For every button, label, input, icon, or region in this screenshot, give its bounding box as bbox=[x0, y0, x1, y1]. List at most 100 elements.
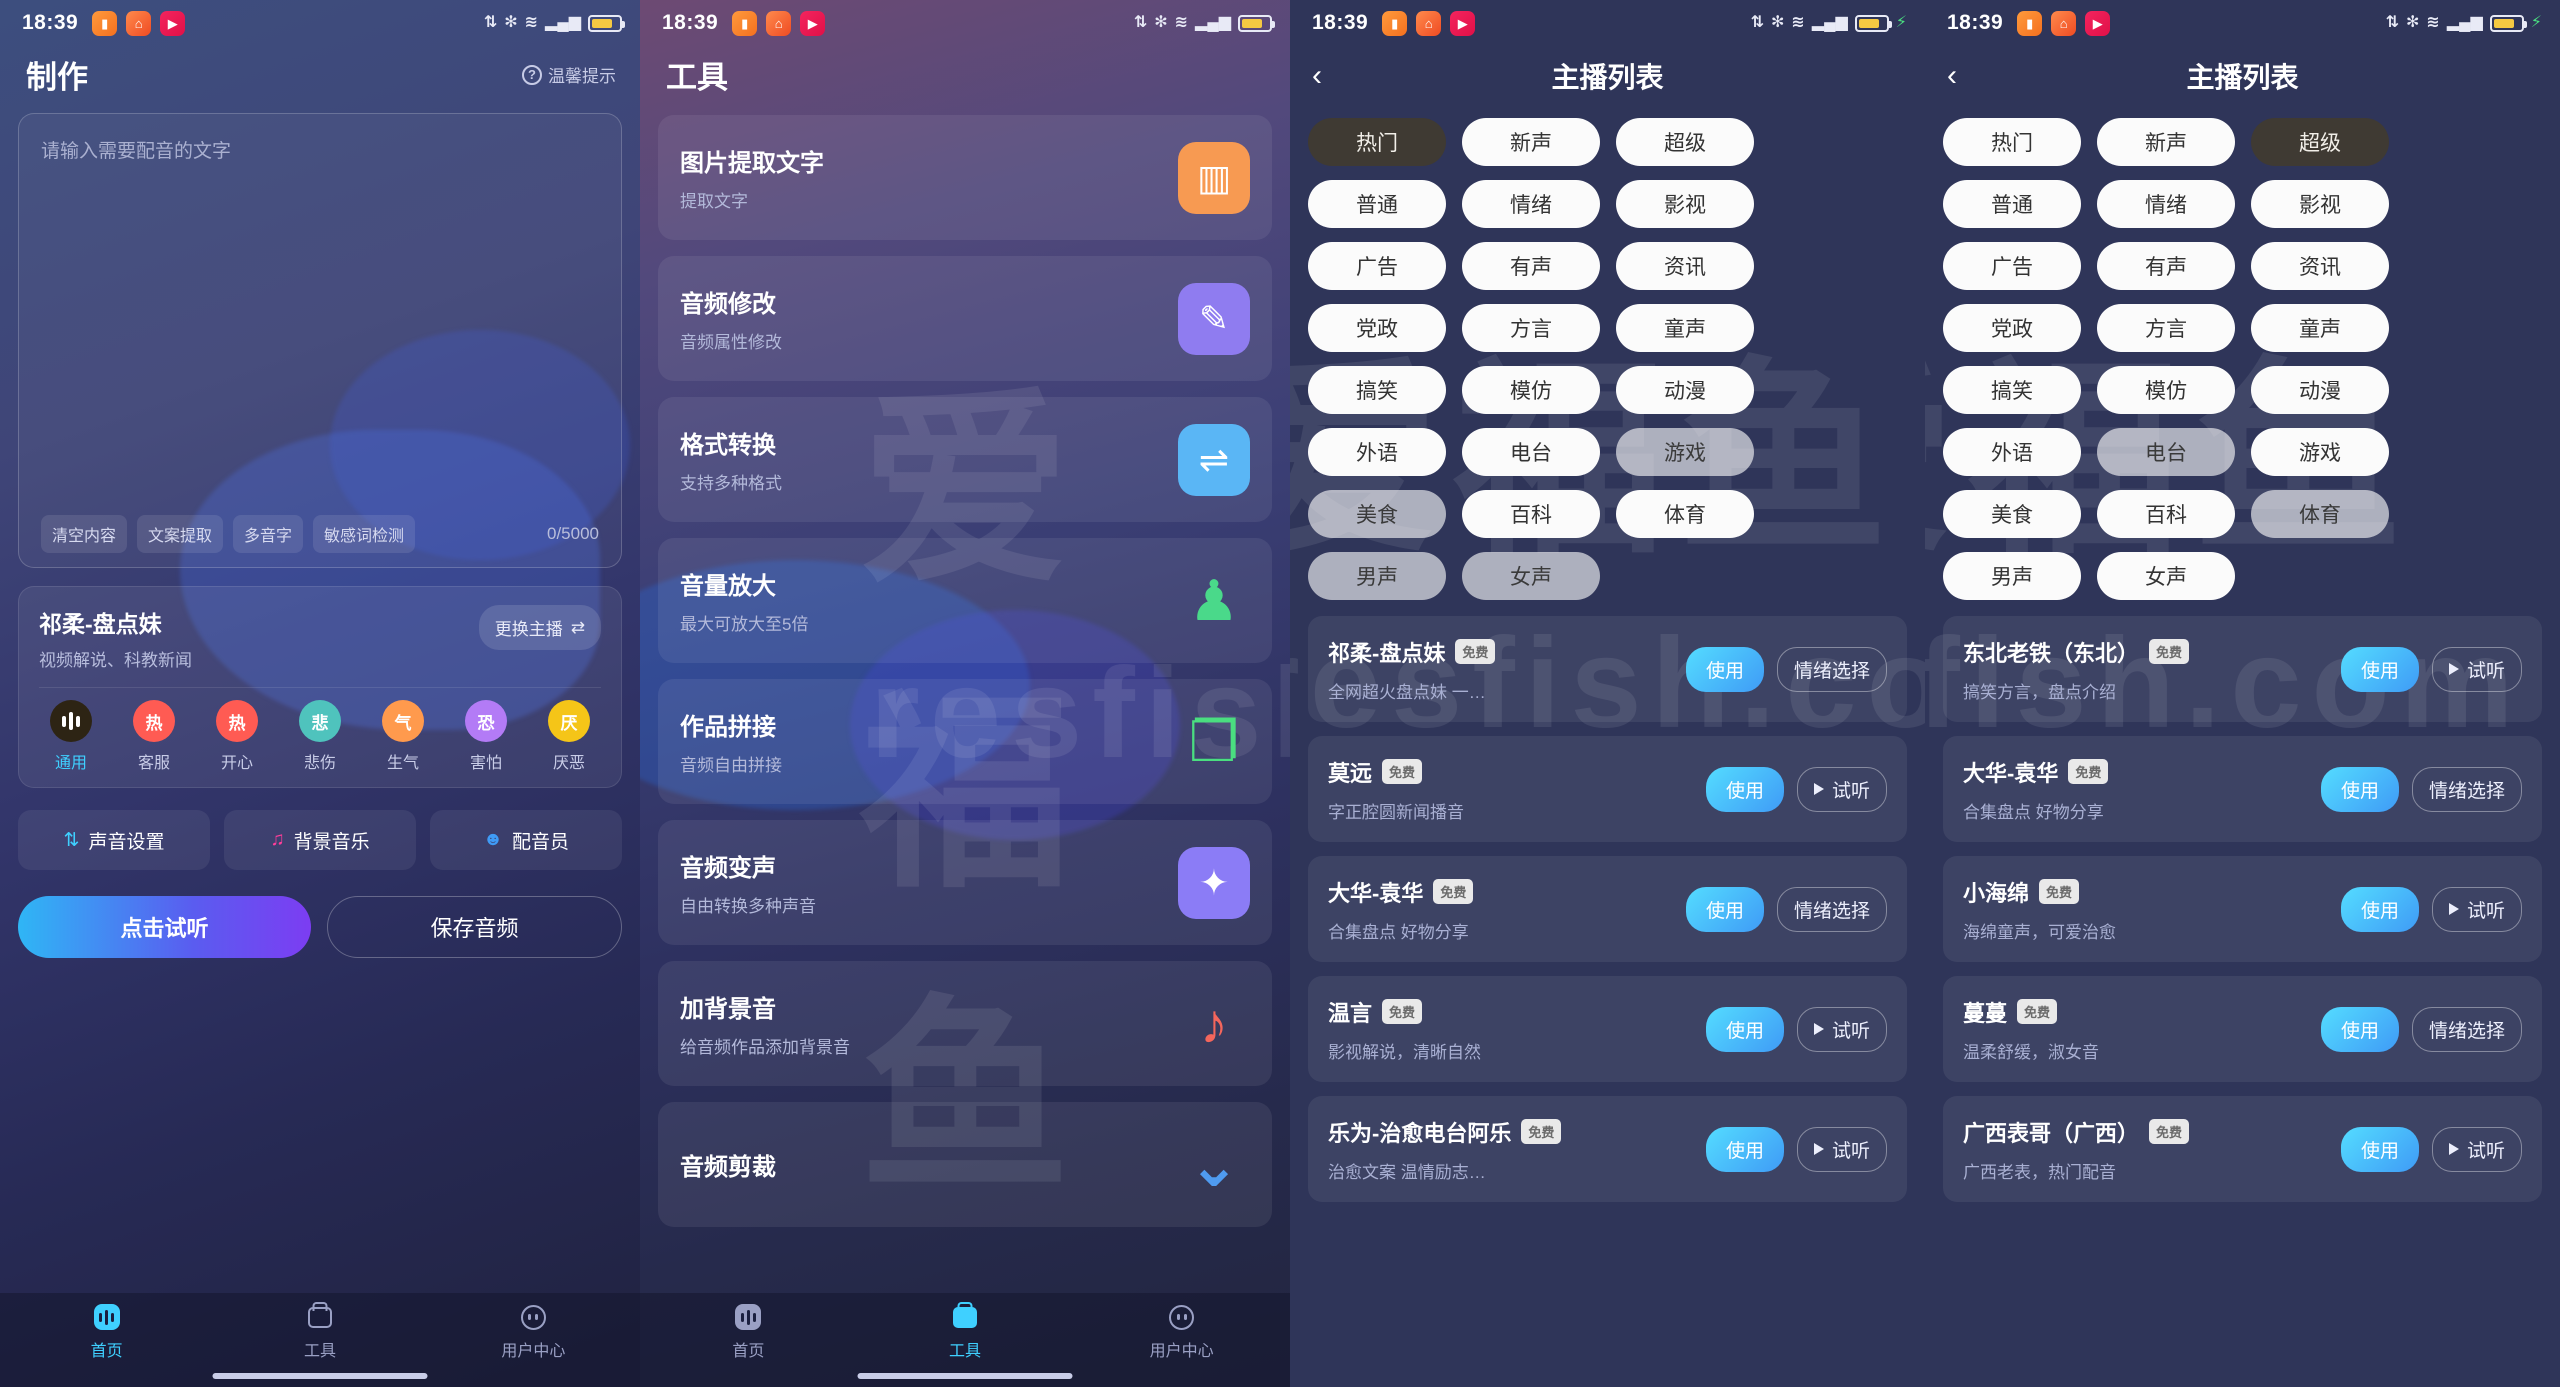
category-chip[interactable]: 模仿 bbox=[2097, 366, 2235, 414]
use-button[interactable]: 使用 bbox=[1685, 646, 1764, 692]
category-chip[interactable]: 美食 bbox=[1943, 490, 2081, 538]
category-chip[interactable]: 男声 bbox=[1308, 552, 1446, 600]
use-button[interactable]: 使用 bbox=[1705, 1126, 1784, 1172]
category-chip[interactable]: 百科 bbox=[2097, 490, 2235, 538]
use-button[interactable]: 使用 bbox=[2340, 1126, 2419, 1172]
tool-item[interactable]: 音频剪裁 ⌄ bbox=[658, 1102, 1272, 1227]
category-chip[interactable]: 电台 bbox=[2097, 428, 2235, 476]
category-chip[interactable]: 普通 bbox=[1308, 180, 1446, 228]
anchor-item[interactable]: 温言 免费 影视解说，清晰自然 使用 试听 bbox=[1308, 976, 1907, 1082]
category-chip[interactable]: 资讯 bbox=[1616, 242, 1754, 290]
emotion-item[interactable]: 通用 bbox=[39, 700, 103, 773]
emotion-item[interactable]: 厌厌恶 bbox=[537, 700, 601, 773]
tab-tools[interactable]: 工具 bbox=[857, 1303, 1074, 1361]
preview-button[interactable]: 试听 bbox=[2431, 886, 2522, 932]
anchor-item[interactable]: 大华-袁华 免费 合集盘点 好物分享 使用 情绪选择 bbox=[1943, 736, 2542, 842]
category-chip[interactable]: 广告 bbox=[1308, 242, 1446, 290]
category-chip[interactable]: 百科 bbox=[1462, 490, 1600, 538]
use-button[interactable]: 使用 bbox=[2340, 646, 2419, 692]
category-chip[interactable]: 模仿 bbox=[1462, 366, 1600, 414]
category-chip[interactable]: 广告 bbox=[1943, 242, 2081, 290]
tool-item[interactable]: 音量放大 最大可放大至5倍 ♟ bbox=[658, 538, 1272, 663]
category-chip[interactable]: 超级 bbox=[2251, 118, 2389, 166]
category-chip[interactable]: 搞笑 bbox=[1943, 366, 2081, 414]
anchor-item[interactable]: 大华-袁华 免费 合集盘点 好物分享 使用 情绪选择 bbox=[1308, 856, 1907, 962]
category-chip[interactable]: 情绪 bbox=[2097, 180, 2235, 228]
category-chip[interactable]: 资讯 bbox=[2251, 242, 2389, 290]
use-button[interactable]: 使用 bbox=[2320, 766, 2399, 812]
preview-button[interactable]: 试听 bbox=[2431, 646, 2522, 692]
category-chip[interactable]: 女声 bbox=[2097, 552, 2235, 600]
tool-item[interactable]: 图片提取文字 提取文字 ▥ bbox=[658, 115, 1272, 240]
voice-actor-button[interactable]: ☻ 配音员 bbox=[430, 810, 622, 870]
category-chip[interactable]: 方言 bbox=[2097, 304, 2235, 352]
clear-content-button[interactable]: 清空内容 bbox=[41, 515, 128, 553]
category-chip[interactable]: 童声 bbox=[2251, 304, 2389, 352]
tip-button[interactable]: ? 温馨提示 bbox=[522, 62, 616, 87]
tool-item[interactable]: 音频修改 音频属性修改 ✎ bbox=[658, 256, 1272, 381]
switch-anchor-button[interactable]: 更换主播 ⇄ bbox=[478, 605, 601, 650]
anchor-item[interactable]: 乐为-治愈电台阿乐 免费 治愈文案 温情励志… 使用 试听 bbox=[1308, 1096, 1907, 1202]
voice-settings-button[interactable]: ⇅ 声音设置 bbox=[18, 810, 210, 870]
category-chip[interactable]: 方言 bbox=[1462, 304, 1600, 352]
anchor-item[interactable]: 蔓蔓 免费 温柔舒缓，淑女音 使用 情绪选择 bbox=[1943, 976, 2542, 1082]
category-chip[interactable]: 外语 bbox=[1943, 428, 2081, 476]
category-chip[interactable]: 男声 bbox=[1943, 552, 2081, 600]
anchor-item[interactable]: 小海绵 免费 海绵童声，可爱治愈 使用 试听 bbox=[1943, 856, 2542, 962]
category-chip[interactable]: 游戏 bbox=[1616, 428, 1754, 476]
tab-home[interactable]: 首页 bbox=[0, 1303, 213, 1361]
category-chip[interactable]: 党政 bbox=[1943, 304, 2081, 352]
text-editor[interactable]: 请输入需要配音的文字 清空内容 文案提取 多音字 敏感词检测 0/5000 bbox=[18, 113, 622, 568]
save-audio-button[interactable]: 保存音频 bbox=[327, 896, 622, 958]
emotion-item[interactable]: 热客服 bbox=[122, 700, 186, 773]
anchor-item[interactable]: 广西表哥（广西） 免费 广西老表，热门配音 使用 试听 bbox=[1943, 1096, 2542, 1202]
use-button[interactable]: 使用 bbox=[1685, 886, 1764, 932]
background-music-button[interactable]: ♫ 背景音乐 bbox=[224, 810, 416, 870]
category-chip[interactable]: 影视 bbox=[2251, 180, 2389, 228]
category-chip[interactable]: 游戏 bbox=[2251, 428, 2389, 476]
tool-item[interactable]: 加背景音 给音频作品添加背景音 ♪ bbox=[658, 961, 1272, 1086]
tab-user-center[interactable]: 用户中心 bbox=[427, 1303, 640, 1361]
category-chip[interactable]: 外语 bbox=[1308, 428, 1446, 476]
use-button[interactable]: 使用 bbox=[1705, 1006, 1784, 1052]
emotion-item[interactable]: 恐害怕 bbox=[454, 700, 518, 773]
category-chip[interactable]: 美食 bbox=[1308, 490, 1446, 538]
anchor-item[interactable]: 祁柔-盘点妹 免费 全网超火盘点妹 一… 使用 情绪选择 bbox=[1308, 616, 1907, 722]
emotion-select-button[interactable]: 情绪选择 bbox=[2411, 1006, 2522, 1052]
category-chip[interactable]: 电台 bbox=[1462, 428, 1600, 476]
category-chip[interactable]: 有声 bbox=[1462, 242, 1600, 290]
emotion-select-button[interactable]: 情绪选择 bbox=[1776, 886, 1887, 932]
use-button[interactable]: 使用 bbox=[1705, 766, 1784, 812]
anchor-item[interactable]: 东北老铁（东北） 免费 搞笑方言，盘点介绍 使用 试听 bbox=[1943, 616, 2542, 722]
anchor-item[interactable]: 莫远 免费 字正腔圆新闻播音 使用 试听 bbox=[1308, 736, 1907, 842]
emotion-select-button[interactable]: 情绪选择 bbox=[2411, 766, 2522, 812]
category-chip[interactable]: 有声 bbox=[2097, 242, 2235, 290]
category-chip[interactable]: 热门 bbox=[1308, 118, 1446, 166]
emotion-item[interactable]: 气生气 bbox=[371, 700, 435, 773]
category-chip[interactable]: 新声 bbox=[1462, 118, 1600, 166]
tool-item[interactable]: 格式转换 支持多种格式 ⇌ bbox=[658, 397, 1272, 522]
category-chip[interactable]: 童声 bbox=[1616, 304, 1754, 352]
use-button[interactable]: 使用 bbox=[2340, 886, 2419, 932]
sensitive-word-check-button[interactable]: 敏感词检测 bbox=[313, 515, 416, 553]
category-chip[interactable]: 体育 bbox=[2251, 490, 2389, 538]
polyphone-button[interactable]: 多音字 bbox=[233, 515, 304, 553]
preview-button[interactable]: 试听 bbox=[1796, 1126, 1887, 1172]
category-chip[interactable]: 情绪 bbox=[1462, 180, 1600, 228]
tool-item[interactable]: 作品拼接 音频自由拼接 ❐ bbox=[658, 679, 1272, 804]
use-button[interactable]: 使用 bbox=[2320, 1006, 2399, 1052]
tab-tools[interactable]: 工具 bbox=[213, 1303, 426, 1361]
category-chip[interactable]: 搞笑 bbox=[1308, 366, 1446, 414]
preview-button[interactable]: 试听 bbox=[1796, 1006, 1887, 1052]
preview-button[interactable]: 点击试听 bbox=[18, 896, 311, 958]
category-chip[interactable]: 动漫 bbox=[1616, 366, 1754, 414]
preview-button[interactable]: 试听 bbox=[2431, 1126, 2522, 1172]
category-chip[interactable]: 体育 bbox=[1616, 490, 1754, 538]
emotion-item[interactable]: 悲悲伤 bbox=[288, 700, 352, 773]
category-chip[interactable]: 普通 bbox=[1943, 180, 2081, 228]
emotion-item[interactable]: 热开心 bbox=[205, 700, 269, 773]
category-chip[interactable]: 新声 bbox=[2097, 118, 2235, 166]
tab-user-center[interactable]: 用户中心 bbox=[1073, 1303, 1290, 1361]
preview-button[interactable]: 试听 bbox=[1796, 766, 1887, 812]
extract-copy-button[interactable]: 文案提取 bbox=[137, 515, 224, 553]
